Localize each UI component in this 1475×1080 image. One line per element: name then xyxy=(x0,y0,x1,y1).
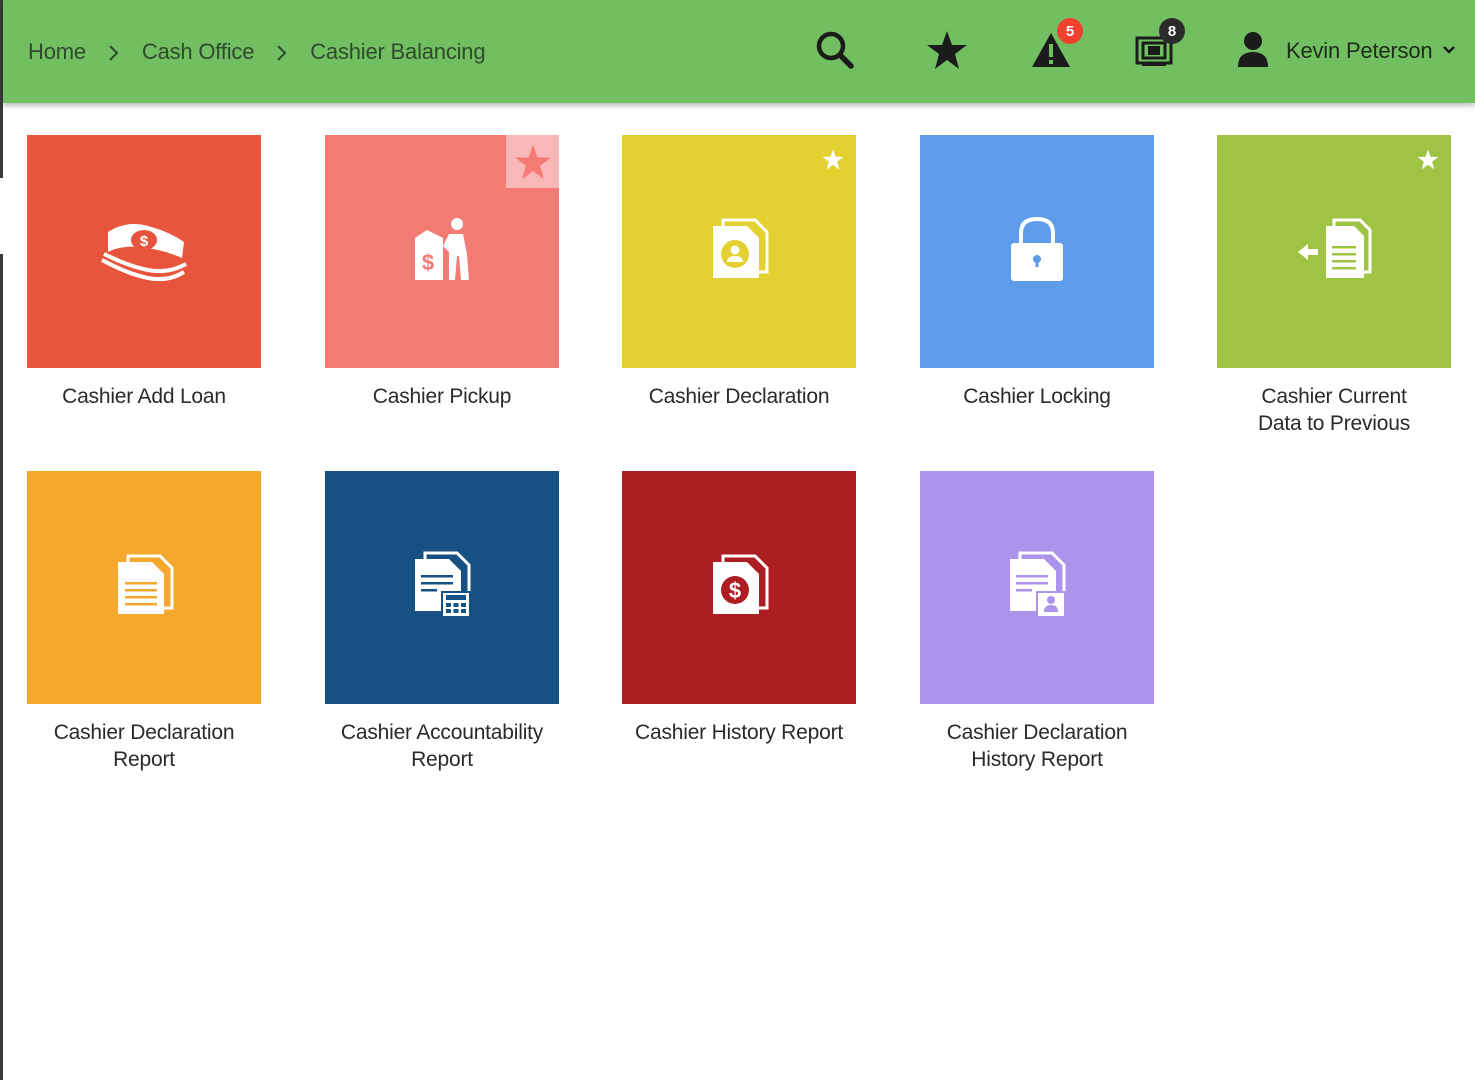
tile-cashier-declaration-history-report[interactable]: Cashier Declaration History Report xyxy=(920,471,1154,773)
svg-text:$: $ xyxy=(422,250,434,275)
tile-label: Cashier History Report xyxy=(635,721,843,744)
tile-label: Cashier Declaration Report xyxy=(53,721,235,771)
user-menu[interactable]: Kevin Peterson xyxy=(1236,26,1456,76)
tile-cashier-locking[interactable]: Cashier Locking xyxy=(920,135,1154,410)
tile-label: Cashier Locking xyxy=(963,385,1111,408)
star-icon xyxy=(514,144,551,179)
dollar-document-icon: $ xyxy=(709,554,769,621)
chevron-down-icon xyxy=(1442,42,1456,60)
tile-label: Cashier Accountability Report xyxy=(340,721,544,771)
tile-cashier-pickup[interactable]: $ Cashier Pickup xyxy=(325,135,559,410)
tile-box[interactable] xyxy=(920,135,1154,368)
tile-box[interactable] xyxy=(1217,135,1451,368)
tile-box[interactable] xyxy=(27,471,261,704)
search-icon[interactable] xyxy=(811,26,859,74)
tile-label: Cashier Declaration History Report xyxy=(946,721,1128,771)
tile-box[interactable]: $ xyxy=(325,135,559,368)
user-document-icon xyxy=(709,218,769,285)
left-edge-border xyxy=(0,0,3,1080)
svg-text:$: $ xyxy=(140,233,149,250)
tile-label: Cashier Current Data to Previous xyxy=(1257,385,1411,435)
favorite-star-button[interactable] xyxy=(1417,149,1439,175)
tile-box[interactable] xyxy=(920,471,1154,704)
tile-box[interactable]: $ xyxy=(27,135,261,368)
user-avatar-icon xyxy=(1236,30,1270,73)
money-stack-icon: $ xyxy=(98,214,190,289)
tile-cashier-declaration[interactable]: Cashier Declaration xyxy=(622,135,856,410)
tile-box[interactable] xyxy=(325,471,559,704)
user-name: Kevin Peterson xyxy=(1286,38,1433,63)
star-icon xyxy=(1417,149,1439,170)
top-bar: Home Cash Office Cashier Balancing 5 8 K… xyxy=(3,0,1475,103)
tile-label: Cashier Pickup xyxy=(372,385,512,408)
document-calculator-icon xyxy=(411,551,473,624)
screens-count-badge: 8 xyxy=(1159,18,1185,44)
breadcrumb-home[interactable]: Home xyxy=(28,39,86,65)
tile-cashier-history-report[interactable]: $ Cashier History Report xyxy=(622,471,856,746)
favorite-star-button[interactable] xyxy=(822,149,844,175)
tile-label: Cashier Declaration xyxy=(648,385,830,408)
tile-cashier-current-data-to-previous[interactable]: Cashier Current Data to Previous xyxy=(1217,135,1451,437)
warning-icon[interactable]: 5 xyxy=(1027,18,1083,74)
cash-pickup-icon: $ xyxy=(413,216,471,287)
document-back-arrow-icon xyxy=(1296,218,1372,285)
tile-box[interactable]: $ xyxy=(622,471,856,704)
breadcrumb-cashier-balancing[interactable]: Cashier Balancing xyxy=(310,39,485,65)
breadcrumb-cash-office[interactable]: Cash Office xyxy=(142,39,255,65)
chevron-right-icon xyxy=(254,39,310,65)
tile-cashier-accountability-report[interactable]: Cashier Accountability Report xyxy=(325,471,559,773)
tile-cashier-add-loan[interactable]: $ Cashier Add Loan xyxy=(27,135,261,410)
left-edge-gap xyxy=(0,178,3,254)
screens-icon[interactable]: 8 xyxy=(1130,18,1185,74)
tile-box[interactable] xyxy=(622,135,856,368)
svg-text:$: $ xyxy=(729,578,741,603)
star-icon[interactable] xyxy=(923,26,971,74)
favorite-star-button[interactable] xyxy=(506,135,559,188)
star-icon xyxy=(822,149,844,170)
document-icon xyxy=(114,554,174,621)
tile-label: Cashier Add Loan xyxy=(62,385,226,408)
tile-cashier-declaration-report[interactable]: Cashier Declaration Report xyxy=(27,471,261,773)
breadcrumb: Home Cash Office Cashier Balancing xyxy=(28,0,486,103)
lock-icon xyxy=(1009,215,1065,288)
alerts-count-badge: 5 xyxy=(1057,18,1083,44)
document-user-icon xyxy=(1006,551,1068,624)
chevron-right-icon xyxy=(86,39,142,65)
